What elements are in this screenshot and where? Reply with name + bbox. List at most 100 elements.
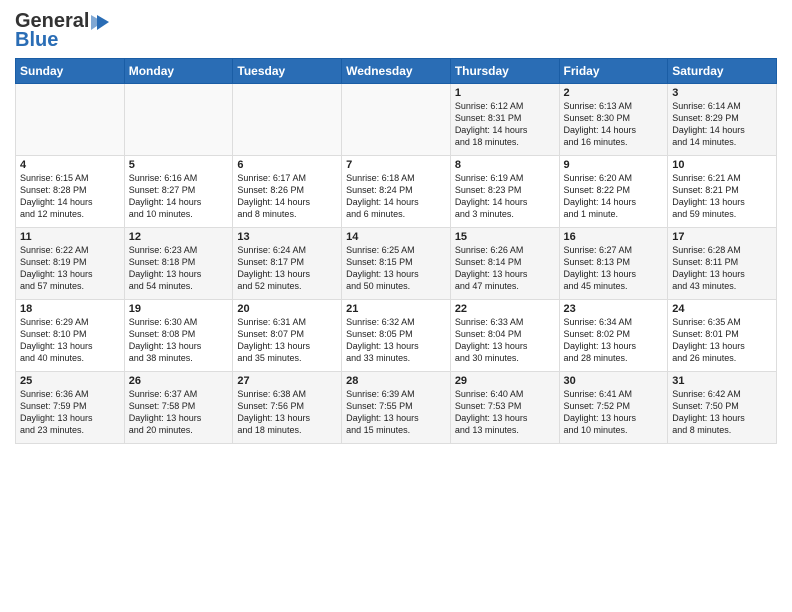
- day-cell: 16Sunrise: 6:27 AMSunset: 8:13 PMDayligh…: [559, 228, 668, 300]
- day-content: Sunrise: 6:35 AMSunset: 8:01 PMDaylight:…: [672, 316, 772, 365]
- day-number: 20: [237, 303, 337, 315]
- day-number: 26: [129, 375, 229, 387]
- header-cell-thursday: Thursday: [450, 59, 559, 84]
- day-content: Sunrise: 6:38 AMSunset: 7:56 PMDaylight:…: [237, 388, 337, 437]
- day-content: Sunrise: 6:37 AMSunset: 7:58 PMDaylight:…: [129, 388, 229, 437]
- day-cell: 4Sunrise: 6:15 AMSunset: 8:28 PMDaylight…: [16, 156, 125, 228]
- day-content: Sunrise: 6:34 AMSunset: 8:02 PMDaylight:…: [564, 316, 664, 365]
- day-content: Sunrise: 6:26 AMSunset: 8:14 PMDaylight:…: [455, 244, 555, 293]
- day-number: 3: [672, 87, 772, 99]
- day-cell: 18Sunrise: 6:29 AMSunset: 8:10 PMDayligh…: [16, 300, 125, 372]
- day-cell: 6Sunrise: 6:17 AMSunset: 8:26 PMDaylight…: [233, 156, 342, 228]
- day-cell: [124, 84, 233, 156]
- day-number: 5: [129, 159, 229, 171]
- day-number: 28: [346, 375, 446, 387]
- day-cell: 19Sunrise: 6:30 AMSunset: 8:08 PMDayligh…: [124, 300, 233, 372]
- day-content: Sunrise: 6:28 AMSunset: 8:11 PMDaylight:…: [672, 244, 772, 293]
- page: General Blue SundayMondayTuesdayWednesda…: [0, 0, 792, 612]
- day-number: 23: [564, 303, 664, 315]
- day-content: Sunrise: 6:29 AMSunset: 8:10 PMDaylight:…: [20, 316, 120, 365]
- day-content: Sunrise: 6:16 AMSunset: 8:27 PMDaylight:…: [129, 172, 229, 221]
- day-number: 25: [20, 375, 120, 387]
- day-content: Sunrise: 6:18 AMSunset: 8:24 PMDaylight:…: [346, 172, 446, 221]
- day-content: Sunrise: 6:33 AMSunset: 8:04 PMDaylight:…: [455, 316, 555, 365]
- week-row-5: 25Sunrise: 6:36 AMSunset: 7:59 PMDayligh…: [16, 372, 777, 444]
- day-content: Sunrise: 6:17 AMSunset: 8:26 PMDaylight:…: [237, 172, 337, 221]
- day-cell: 24Sunrise: 6:35 AMSunset: 8:01 PMDayligh…: [668, 300, 777, 372]
- day-cell: 28Sunrise: 6:39 AMSunset: 7:55 PMDayligh…: [342, 372, 451, 444]
- day-cell: 25Sunrise: 6:36 AMSunset: 7:59 PMDayligh…: [16, 372, 125, 444]
- day-cell: 8Sunrise: 6:19 AMSunset: 8:23 PMDaylight…: [450, 156, 559, 228]
- day-cell: 14Sunrise: 6:25 AMSunset: 8:15 PMDayligh…: [342, 228, 451, 300]
- day-content: Sunrise: 6:25 AMSunset: 8:15 PMDaylight:…: [346, 244, 446, 293]
- day-cell: 11Sunrise: 6:22 AMSunset: 8:19 PMDayligh…: [16, 228, 125, 300]
- day-number: 30: [564, 375, 664, 387]
- day-content: Sunrise: 6:12 AMSunset: 8:31 PMDaylight:…: [455, 100, 555, 149]
- day-content: Sunrise: 6:14 AMSunset: 8:29 PMDaylight:…: [672, 100, 772, 149]
- header-cell-wednesday: Wednesday: [342, 59, 451, 84]
- day-cell: [233, 84, 342, 156]
- day-content: Sunrise: 6:41 AMSunset: 7:52 PMDaylight:…: [564, 388, 664, 437]
- day-content: Sunrise: 6:19 AMSunset: 8:23 PMDaylight:…: [455, 172, 555, 221]
- day-content: Sunrise: 6:21 AMSunset: 8:21 PMDaylight:…: [672, 172, 772, 221]
- day-cell: 26Sunrise: 6:37 AMSunset: 7:58 PMDayligh…: [124, 372, 233, 444]
- day-number: 6: [237, 159, 337, 171]
- day-number: 2: [564, 87, 664, 99]
- day-number: 9: [564, 159, 664, 171]
- day-number: 11: [20, 231, 120, 243]
- day-number: 18: [20, 303, 120, 315]
- logo-arrow-icon: [89, 11, 111, 33]
- day-cell: [342, 84, 451, 156]
- header-cell-tuesday: Tuesday: [233, 59, 342, 84]
- day-cell: 29Sunrise: 6:40 AMSunset: 7:53 PMDayligh…: [450, 372, 559, 444]
- day-content: Sunrise: 6:40 AMSunset: 7:53 PMDaylight:…: [455, 388, 555, 437]
- day-content: Sunrise: 6:42 AMSunset: 7:50 PMDaylight:…: [672, 388, 772, 437]
- day-cell: 30Sunrise: 6:41 AMSunset: 7:52 PMDayligh…: [559, 372, 668, 444]
- day-content: Sunrise: 6:22 AMSunset: 8:19 PMDaylight:…: [20, 244, 120, 293]
- day-number: 4: [20, 159, 120, 171]
- day-number: 22: [455, 303, 555, 315]
- day-content: Sunrise: 6:39 AMSunset: 7:55 PMDaylight:…: [346, 388, 446, 437]
- header-cell-friday: Friday: [559, 59, 668, 84]
- day-cell: 5Sunrise: 6:16 AMSunset: 8:27 PMDaylight…: [124, 156, 233, 228]
- day-cell: 2Sunrise: 6:13 AMSunset: 8:30 PMDaylight…: [559, 84, 668, 156]
- day-number: 10: [672, 159, 772, 171]
- day-content: Sunrise: 6:20 AMSunset: 8:22 PMDaylight:…: [564, 172, 664, 221]
- day-number: 29: [455, 375, 555, 387]
- day-content: Sunrise: 6:32 AMSunset: 8:05 PMDaylight:…: [346, 316, 446, 365]
- day-content: Sunrise: 6:27 AMSunset: 8:13 PMDaylight:…: [564, 244, 664, 293]
- day-cell: 1Sunrise: 6:12 AMSunset: 8:31 PMDaylight…: [450, 84, 559, 156]
- week-row-1: 1Sunrise: 6:12 AMSunset: 8:31 PMDaylight…: [16, 84, 777, 156]
- day-content: Sunrise: 6:15 AMSunset: 8:28 PMDaylight:…: [20, 172, 120, 221]
- header-cell-monday: Monday: [124, 59, 233, 84]
- day-cell: 31Sunrise: 6:42 AMSunset: 7:50 PMDayligh…: [668, 372, 777, 444]
- week-row-3: 11Sunrise: 6:22 AMSunset: 8:19 PMDayligh…: [16, 228, 777, 300]
- day-cell: 23Sunrise: 6:34 AMSunset: 8:02 PMDayligh…: [559, 300, 668, 372]
- day-cell: 27Sunrise: 6:38 AMSunset: 7:56 PMDayligh…: [233, 372, 342, 444]
- day-cell: 17Sunrise: 6:28 AMSunset: 8:11 PMDayligh…: [668, 228, 777, 300]
- day-cell: 9Sunrise: 6:20 AMSunset: 8:22 PMDaylight…: [559, 156, 668, 228]
- day-number: 7: [346, 159, 446, 171]
- week-row-4: 18Sunrise: 6:29 AMSunset: 8:10 PMDayligh…: [16, 300, 777, 372]
- day-cell: 21Sunrise: 6:32 AMSunset: 8:05 PMDayligh…: [342, 300, 451, 372]
- day-number: 19: [129, 303, 229, 315]
- day-content: Sunrise: 6:30 AMSunset: 8:08 PMDaylight:…: [129, 316, 229, 365]
- day-number: 1: [455, 87, 555, 99]
- day-number: 24: [672, 303, 772, 315]
- day-cell: 12Sunrise: 6:23 AMSunset: 8:18 PMDayligh…: [124, 228, 233, 300]
- day-cell: 13Sunrise: 6:24 AMSunset: 8:17 PMDayligh…: [233, 228, 342, 300]
- header: General Blue: [15, 10, 777, 52]
- header-row: SundayMondayTuesdayWednesdayThursdayFrid…: [16, 59, 777, 84]
- header-cell-sunday: Sunday: [16, 59, 125, 84]
- day-number: 16: [564, 231, 664, 243]
- day-content: Sunrise: 6:23 AMSunset: 8:18 PMDaylight:…: [129, 244, 229, 293]
- day-content: Sunrise: 6:31 AMSunset: 8:07 PMDaylight:…: [237, 316, 337, 365]
- header-cell-saturday: Saturday: [668, 59, 777, 84]
- day-number: 27: [237, 375, 337, 387]
- day-cell: 7Sunrise: 6:18 AMSunset: 8:24 PMDaylight…: [342, 156, 451, 228]
- day-cell: [16, 84, 125, 156]
- day-cell: 10Sunrise: 6:21 AMSunset: 8:21 PMDayligh…: [668, 156, 777, 228]
- day-number: 13: [237, 231, 337, 243]
- day-content: Sunrise: 6:13 AMSunset: 8:30 PMDaylight:…: [564, 100, 664, 149]
- day-number: 8: [455, 159, 555, 171]
